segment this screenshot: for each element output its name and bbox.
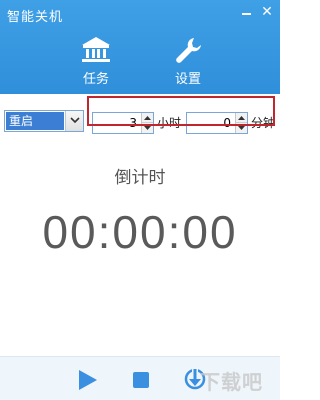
- nav-task[interactable]: 任务: [66, 36, 126, 92]
- minutes-input[interactable]: 0: [187, 113, 235, 133]
- minimize-to-tray-button[interactable]: [184, 367, 206, 395]
- start-button[interactable]: [78, 369, 98, 395]
- play-icon: [79, 370, 97, 390]
- nav-task-label: 任务: [82, 72, 109, 87]
- header-bar: 智能关机 ✕ 任务 设置: [0, 0, 280, 94]
- countdown-time: 00:00:00: [42, 206, 238, 258]
- action-select[interactable]: 重启: [4, 110, 84, 132]
- minutes-unit-label: 分钟: [251, 116, 276, 130]
- stop-button[interactable]: [133, 372, 149, 392]
- footer-bar: [0, 356, 280, 400]
- minutes-up-button[interactable]: [236, 113, 247, 123]
- action-select-value: 重启: [6, 112, 64, 130]
- countdown-label: 倒计时: [114, 168, 166, 188]
- hours-unit-label: 小时: [157, 116, 182, 130]
- select-arrow[interactable]: [65, 111, 83, 131]
- hours-spinner[interactable]: 3: [92, 112, 154, 134]
- download-arrow-icon: [184, 367, 206, 390]
- nav-settings[interactable]: 设置: [158, 36, 218, 92]
- timer-controls: 重启 3 小时 0 分钟: [0, 110, 280, 138]
- triangle-up-icon: [144, 116, 151, 120]
- triangle-down-icon: [238, 126, 245, 130]
- wrench-icon: [176, 38, 201, 63]
- nav-settings-label: 设置: [174, 72, 201, 87]
- hours-spin-buttons: [141, 113, 153, 133]
- chevron-down-icon: [70, 117, 80, 124]
- minutes-down-button[interactable]: [236, 123, 247, 133]
- minutes-spin-buttons: [235, 113, 247, 133]
- hours-input[interactable]: 3: [93, 113, 141, 133]
- stop-icon: [133, 372, 149, 388]
- hours-up-button[interactable]: [142, 113, 153, 123]
- hours-down-button[interactable]: [142, 123, 153, 133]
- bank-icon: [82, 37, 110, 62]
- triangle-down-icon: [144, 126, 151, 130]
- minutes-spinner[interactable]: 0: [186, 112, 248, 134]
- window-title: 智能关机: [7, 10, 64, 25]
- close-button[interactable]: ✕: [258, 3, 276, 21]
- triangle-up-icon: [238, 116, 245, 120]
- minimize-button[interactable]: [238, 3, 256, 21]
